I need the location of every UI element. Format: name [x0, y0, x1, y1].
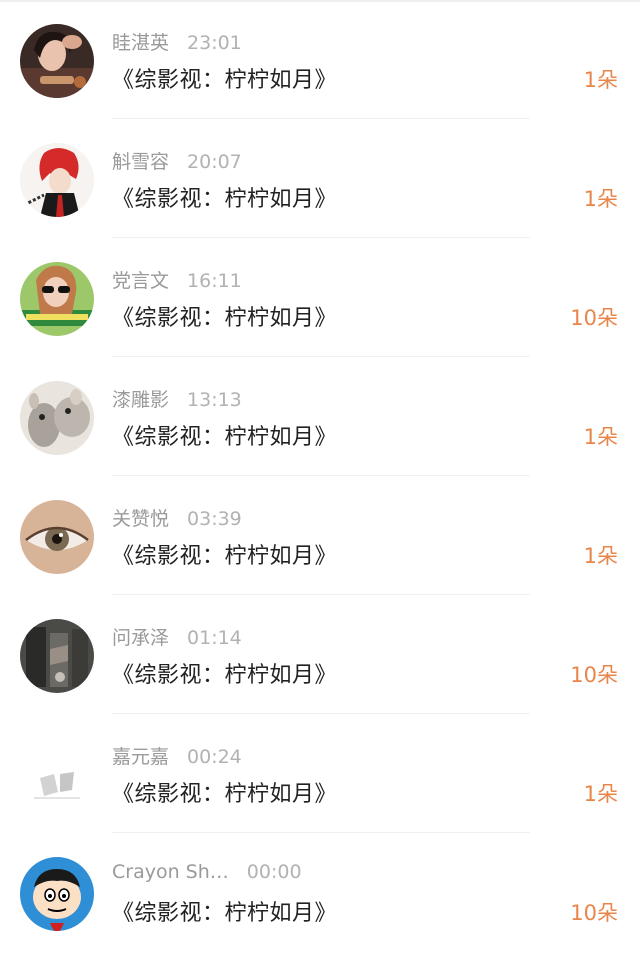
- avatar[interactable]: [20, 738, 94, 812]
- avatar[interactable]: [20, 619, 94, 693]
- row-meta: 眭湛英 23:01: [112, 28, 242, 56]
- timestamp: 20:07: [187, 151, 242, 173]
- avatar-chinchillas-icon: [20, 381, 94, 455]
- timestamp: 01:14: [187, 627, 242, 649]
- row-meta: 嘉元嘉 00:24: [112, 742, 242, 770]
- avatar[interactable]: [20, 262, 94, 336]
- list-item[interactable]: Crayon Sh… 00:00 《综影视：柠柠如月》 10朵: [0, 833, 640, 952]
- book-title[interactable]: 《综影视：柠柠如月》: [112, 895, 337, 927]
- avatar[interactable]: [20, 143, 94, 217]
- avatar[interactable]: [20, 24, 94, 98]
- username[interactable]: 关赞悦: [112, 504, 169, 531]
- avatar[interactable]: [20, 381, 94, 455]
- list-item[interactable]: 嘉元嘉 00:24 《综影视：柠柠如月》 1朵: [0, 714, 640, 833]
- avatar-eye-icon: [20, 500, 94, 574]
- row-meta: 关赞悦 03:39: [112, 504, 242, 532]
- username[interactable]: 党言文: [112, 266, 169, 293]
- gift-amount: 1朵: [583, 187, 618, 211]
- list-item[interactable]: 斛雪容 20:07 《综影视：柠柠如月》 1朵: [0, 119, 640, 238]
- gift-amount: 10朵: [570, 901, 618, 925]
- avatar[interactable]: [20, 857, 94, 931]
- username[interactable]: 问承泽: [112, 623, 169, 650]
- gift-list: 眭湛英 23:01 《综影视：柠柠如月》 1朵 斛雪容 20:07 《综影视：柠柠如…: [0, 0, 640, 958]
- list-item[interactable]: 眭湛英 23:01 《综影视：柠柠如月》 1朵: [0, 0, 640, 119]
- timestamp: 03:39: [187, 508, 242, 530]
- list-item[interactable]: 问承泽 01:14 《综影视：柠柠如月》 10朵: [0, 595, 640, 714]
- row-meta: 漆雕影 13:13: [112, 385, 242, 413]
- avatar-woman-sunglasses-icon: [20, 262, 94, 336]
- username[interactable]: 嘉元嘉: [112, 742, 169, 769]
- timestamp: 00:00: [246, 861, 302, 883]
- avatar-white-sketch-icon: [20, 738, 94, 812]
- list-item[interactable]: 漆雕影 13:13 《综影视：柠柠如月》 1朵: [0, 357, 640, 476]
- row-meta: 斛雪容 20:07: [112, 147, 242, 175]
- avatar-dark-scene-icon: [20, 619, 94, 693]
- book-title[interactable]: 《综影视：柠柠如月》: [112, 419, 337, 451]
- avatar-cartoon-boy-icon: [20, 857, 94, 931]
- username[interactable]: 眭湛英: [112, 28, 169, 55]
- username[interactable]: 漆雕影: [112, 385, 169, 412]
- book-title[interactable]: 《综影视：柠柠如月》: [112, 181, 337, 213]
- list-item[interactable]: 党言文 16:11 《综影视：柠柠如月》 10朵: [0, 238, 640, 357]
- row-meta: Crayon Sh… 00:00: [112, 861, 302, 889]
- avatar-woman-dark-icon: [20, 24, 94, 98]
- gift-amount: 1朵: [583, 782, 618, 806]
- book-title[interactable]: 《综影视：柠柠如月》: [112, 776, 337, 808]
- gift-amount: 10朵: [570, 306, 618, 330]
- timestamp: 16:11: [187, 270, 242, 292]
- list-item[interactable]: 关赞悦 03:39 《综影视：柠柠如月》 1朵: [0, 476, 640, 595]
- gift-amount: 1朵: [583, 544, 618, 568]
- username[interactable]: 斛雪容: [112, 147, 169, 174]
- timestamp: 23:01: [187, 32, 242, 54]
- avatar-anime-red-hair-icon: [20, 143, 94, 217]
- gift-amount: 1朵: [583, 68, 618, 92]
- row-meta: 问承泽 01:14: [112, 623, 242, 651]
- avatar[interactable]: [20, 500, 94, 574]
- book-title[interactable]: 《综影视：柠柠如月》: [112, 300, 337, 332]
- timestamp: 13:13: [187, 389, 242, 411]
- timestamp: 00:24: [187, 746, 242, 768]
- book-title[interactable]: 《综影视：柠柠如月》: [112, 62, 337, 94]
- gift-amount: 1朵: [583, 425, 618, 449]
- username[interactable]: Crayon Sh…: [112, 861, 229, 883]
- row-meta: 党言文 16:11: [112, 266, 242, 294]
- book-title[interactable]: 《综影视：柠柠如月》: [112, 657, 337, 689]
- gift-amount: 10朵: [570, 663, 618, 687]
- book-title[interactable]: 《综影视：柠柠如月》: [112, 538, 337, 570]
